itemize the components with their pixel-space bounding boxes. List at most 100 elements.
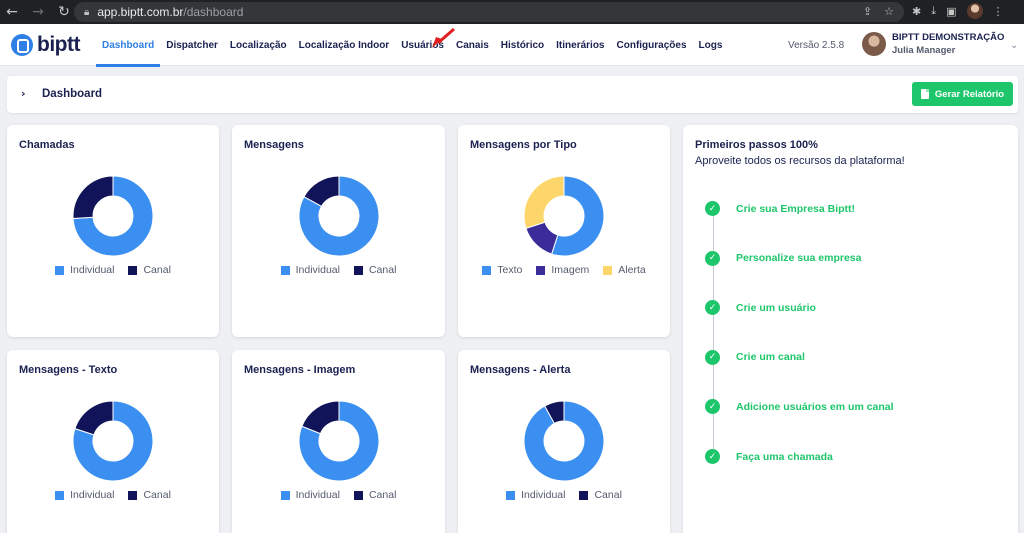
- download-icon[interactable]: ⤓: [931, 4, 936, 18]
- step-item[interactable]: ✓ Adicione usuários em um canal: [705, 399, 894, 415]
- step-label: Adicione usuários em um canal: [736, 400, 894, 413]
- donut-slice-canal[interactable]: [72, 175, 114, 220]
- browser-toolbar: ← → ↻ 🔒︎ app.biptt.com.br/dashboard ⇪ ☆ …: [0, 0, 1024, 24]
- side-panel-icon[interactable]: ▣: [946, 5, 956, 18]
- legend-item-individual[interactable]: Individual: [280, 264, 340, 276]
- step-label: Crie um usuário: [736, 301, 816, 314]
- legend-item-texto[interactable]: Texto: [482, 264, 522, 276]
- nav-item-9[interactable]: Logs: [693, 24, 729, 66]
- step-label: Crie sua Empresa Biptt!: [736, 202, 856, 215]
- legend-label: Canal: [368, 489, 397, 501]
- legend-item-canal[interactable]: Canal: [128, 264, 171, 276]
- biptt-logo[interactable]: biptt: [11, 33, 80, 57]
- nav-item-0[interactable]: Dashboard: [96, 24, 161, 67]
- legend-item-individual[interactable]: Individual: [55, 489, 114, 501]
- card-title: Mensagens por Tipo: [470, 139, 577, 151]
- nav-item-2[interactable]: Localização: [224, 24, 293, 66]
- nav-item-8[interactable]: Configurações: [611, 24, 693, 66]
- chevron-down-icon[interactable]: ⌄: [1010, 40, 1018, 51]
- legend-label: Individual: [70, 264, 115, 276]
- logo-text: biptt: [37, 33, 80, 56]
- chart-legend: Individual Canal: [7, 264, 219, 276]
- legend-swatch: [506, 490, 516, 500]
- user-name: Julia Manager: [892, 45, 956, 56]
- red-arrow-annotation: [432, 27, 455, 48]
- step-item[interactable]: ✓ Crie um canal: [705, 349, 805, 365]
- legend-item-individual[interactable]: Individual: [506, 489, 565, 501]
- getting-started-subtitle: Aproveite todos os recursos da plataform…: [695, 155, 905, 167]
- avatar: [862, 32, 886, 56]
- card-title: Mensagens - Alerta: [470, 364, 571, 376]
- legend-item-individual[interactable]: Individual: [55, 264, 114, 276]
- generate-report-button[interactable]: Gerar Relatório: [912, 82, 1013, 106]
- legend-item-canal[interactable]: Canal: [128, 489, 171, 501]
- nav-item-7[interactable]: Itinerários: [550, 24, 610, 66]
- url-path: /dashboard: [183, 5, 244, 19]
- check-circle-icon: ✓: [705, 250, 720, 266]
- legend-label: Individual: [521, 489, 566, 501]
- legend-label: Texto: [497, 264, 523, 276]
- legend-item-alerta[interactable]: Alerta: [603, 264, 646, 276]
- donut-chart: [523, 175, 605, 257]
- messages-card: Mensagens Individual Canal: [232, 125, 445, 337]
- calls-card: Chamadas Individual Canal: [7, 125, 219, 337]
- card-title: Mensagens - Imagem: [244, 364, 356, 376]
- legend-swatch: [128, 265, 138, 275]
- legend-label: Individual: [70, 489, 115, 501]
- step-label: Faça uma chamada: [736, 450, 833, 463]
- browser-profile-avatar[interactable]: [966, 3, 983, 19]
- step-item[interactable]: ✓ Crie sua Empresa Biptt!: [705, 201, 855, 216]
- donut-chart: [298, 175, 379, 257]
- legend-swatch: [280, 265, 290, 275]
- donut-chart: [72, 175, 154, 257]
- user-company: BIPTT DEMONSTRAÇÃO: [892, 32, 1005, 43]
- card-title: Mensagens - Texto: [19, 364, 118, 376]
- legend-label: Alerta: [618, 264, 646, 276]
- legend-swatch: [353, 490, 363, 500]
- back-icon[interactable]: ←: [2, 2, 22, 22]
- donut-slice-alerta[interactable]: [523, 175, 565, 229]
- legend-item-canal[interactable]: Canal: [353, 264, 396, 276]
- url-host: app.biptt.com.br: [97, 5, 184, 19]
- legend-label: Imagem: [551, 264, 590, 276]
- share-icon[interactable]: ⇪: [863, 5, 872, 18]
- legend-item-canal[interactable]: Canal: [579, 489, 622, 501]
- donut-slice-canal[interactable]: [300, 400, 339, 435]
- step-item[interactable]: ✓ Personalize sua empresa: [705, 250, 861, 266]
- nav-item-5[interactable]: Canais: [450, 24, 495, 66]
- browser-menu-icon[interactable]: ⋮: [993, 5, 1004, 18]
- donut-chart: [298, 400, 379, 482]
- version-label: Versão 2.5.8: [788, 40, 845, 51]
- legend-item-individual[interactable]: Individual: [280, 489, 340, 501]
- chart-legend: Individual Canal: [7, 489, 219, 501]
- chevron-right-icon[interactable]: ›: [21, 87, 26, 100]
- legend-item-imagem[interactable]: Imagem: [536, 264, 589, 276]
- forward-icon[interactable]: →: [28, 2, 48, 22]
- chart-legend: Individual Canal: [458, 489, 670, 501]
- reload-icon[interactable]: ↻: [54, 2, 74, 22]
- legend-swatch: [128, 490, 138, 500]
- legend-swatch: [280, 490, 290, 500]
- nav-item-1[interactable]: Dispatcher: [160, 24, 224, 66]
- nav-item-3[interactable]: Localização Indoor: [293, 24, 396, 66]
- donut-chart: [523, 400, 605, 482]
- legend-label: Individual: [295, 264, 340, 276]
- legend-swatch: [55, 265, 65, 275]
- donut-slice-canal[interactable]: [74, 400, 114, 436]
- legend-item-canal[interactable]: Canal: [353, 489, 397, 501]
- getting-started-title: Primeiros passos 100%: [695, 139, 818, 151]
- step-item[interactable]: ✓ Crie um usuário: [705, 300, 816, 316]
- user-menu[interactable]: BIPTT DEMONSTRAÇÃO Julia Manager: [862, 32, 1004, 56]
- alert-messages-card: Mensagens - Alerta Individual Canal: [458, 350, 670, 533]
- bookmark-star-icon[interactable]: ☆: [884, 5, 894, 18]
- messages-by-type-card: Mensagens por Tipo Texto Imagem Alerta: [458, 125, 670, 337]
- nav-item-6[interactable]: Histórico: [495, 24, 550, 66]
- generate-report-label: Gerar Relatório: [934, 88, 1005, 100]
- document-icon: [920, 89, 929, 99]
- extensions-icon[interactable]: ✱: [912, 5, 921, 18]
- legend-swatch: [579, 490, 589, 500]
- main-nav: Dashboard Dispatcher Localização Localizaçã…: [96, 24, 729, 67]
- legend-label: Canal: [594, 489, 622, 501]
- address-bar[interactable]: 🔒︎ app.biptt.com.br/dashboard ⇪ ☆: [74, 2, 904, 22]
- step-item[interactable]: ✓ Faça uma chamada: [705, 449, 833, 464]
